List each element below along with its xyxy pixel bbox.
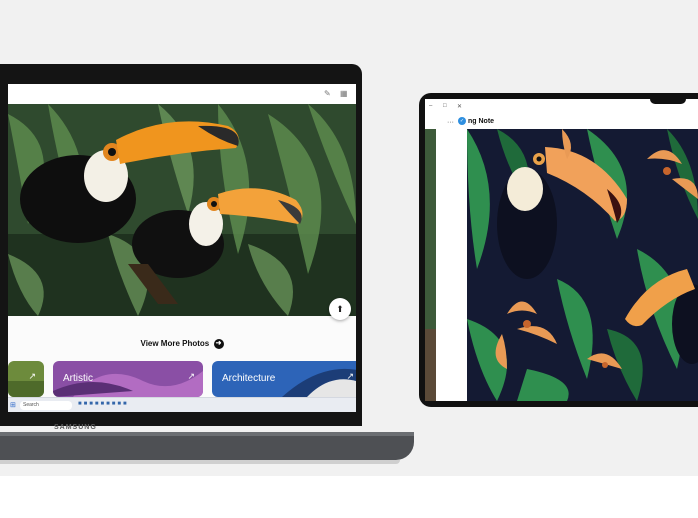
note-app-icon: ✓ bbox=[458, 117, 466, 125]
view-more-label: View More Photos bbox=[140, 339, 210, 349]
arrow-right-circle-icon: ➜ bbox=[213, 339, 224, 349]
taskbar-search[interactable]: Search bbox=[20, 401, 72, 410]
tile-label: Architecture bbox=[222, 373, 276, 384]
product-stage: ✎ ▦ ⬆ View More Photos ➜ ↗ Artistic ↗ Ar… bbox=[0, 0, 698, 518]
window-close-icon[interactable]: ✕ bbox=[457, 103, 462, 110]
browser-toolbar: ✎ ▦ bbox=[8, 84, 356, 105]
laptop-shadow bbox=[0, 460, 400, 464]
laptop-base bbox=[0, 432, 414, 460]
tabs-icon[interactable]: ▦ bbox=[340, 89, 348, 99]
windows-taskbar: ⊞ Search ■■■■■■■■■ bbox=[8, 397, 356, 412]
tile-arrow-icon: ↗ bbox=[187, 371, 195, 381]
window-minimize-icon[interactable]: – bbox=[429, 103, 432, 109]
tablet-side-panel bbox=[425, 129, 436, 401]
tile-arrow-icon: ↗ bbox=[346, 371, 354, 381]
laptop-screen: ✎ ▦ ⬆ View More Photos ➜ ↗ Artistic ↗ Ar… bbox=[8, 84, 356, 412]
windows-start-icon[interactable]: ⊞ bbox=[10, 401, 16, 409]
pin-icon[interactable]: ✎ bbox=[324, 89, 331, 99]
tablet-camera-notch bbox=[650, 99, 686, 104]
bottom-band bbox=[0, 476, 698, 518]
view-more-photos-link[interactable]: View More Photos ➜ bbox=[8, 339, 356, 349]
tropical-artwork-canvas[interactable] bbox=[467, 129, 698, 401]
save-image-button[interactable]: ⬆ bbox=[329, 298, 351, 320]
tablet-screen: – □ ✕ ··· ✓ ng Note bbox=[425, 99, 698, 401]
more-options-icon[interactable]: ··· bbox=[447, 119, 454, 126]
category-tile-architecture[interactable]: Architecture ↗ bbox=[212, 361, 356, 397]
window-maximize-icon[interactable]: □ bbox=[443, 103, 447, 109]
save-icon: ⬆ bbox=[336, 303, 344, 314]
category-tile-artistic[interactable]: Artistic ↗ bbox=[53, 361, 203, 397]
taskbar-app-icons[interactable]: ■■■■■■■■■ bbox=[78, 401, 129, 407]
app-title: ng Note bbox=[468, 118, 495, 125]
laptop-brand-logo: SAMSUNG bbox=[54, 424, 97, 431]
laptop-hinge bbox=[0, 432, 414, 436]
tile-arrow-icon: ↗ bbox=[28, 371, 36, 381]
tile-label: Artistic bbox=[63, 373, 93, 384]
hero-image-toucans bbox=[8, 104, 356, 316]
category-tile-nature[interactable]: ↗ bbox=[8, 361, 44, 397]
